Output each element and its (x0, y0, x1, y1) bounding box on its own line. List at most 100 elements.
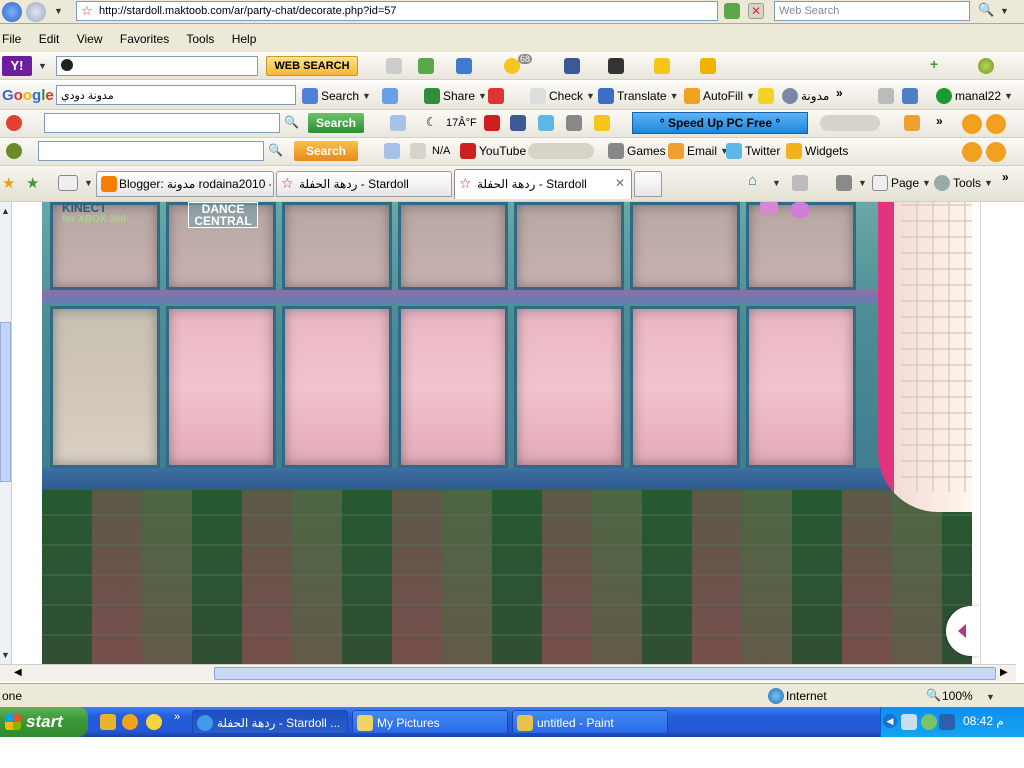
user-account-button[interactable]: manal22 ▼ (936, 88, 1013, 104)
toolbar3-plus-icon[interactable] (962, 114, 982, 134)
check-button[interactable]: Check ▼ (530, 88, 595, 104)
email-button[interactable]: Email ▼ (668, 143, 729, 159)
zoom-icon[interactable]: 🔍 (926, 688, 941, 702)
highlight-icon[interactable] (386, 58, 402, 74)
print-dropdown-icon[interactable]: ▼ (858, 178, 867, 188)
left-scrollbar[interactable] (0, 202, 12, 664)
ebay-icon-2[interactable] (594, 115, 610, 131)
toolbar3-search-button[interactable]: Search (308, 113, 364, 133)
go-icon[interactable] (724, 3, 740, 19)
yahoo-dropdown-icon[interactable]: ▼ (38, 61, 47, 71)
tools-menu-button[interactable]: Tools ▼ (934, 175, 993, 191)
web-search-button[interactable]: WEB SEARCH (266, 56, 358, 76)
scroll-up-icon[interactable]: ▲ (1, 206, 10, 216)
task-paint[interactable]: untitled - Paint (512, 710, 668, 734)
search-icon[interactable]: 🔍 (978, 2, 994, 18)
add-favorite-icon[interactable]: ★ (26, 174, 39, 192)
translate-button[interactable]: Translate ▼ (598, 88, 679, 104)
toolbar3-search-input[interactable] (44, 113, 280, 133)
forward-icon[interactable] (26, 2, 46, 22)
back-icon[interactable] (2, 2, 22, 22)
toolbar4-w-icon[interactable] (962, 142, 982, 162)
wrench-icon[interactable] (902, 88, 918, 104)
google-search-input[interactable]: مدونة دودي (56, 85, 296, 105)
toolbar4-tools-icon[interactable] (384, 143, 400, 159)
left-scrollbar-thumb[interactable] (0, 322, 11, 482)
toolbar3-tools-icon[interactable] (390, 115, 406, 131)
menu-edit[interactable]: Edit (39, 32, 60, 46)
command-more-chevron-icon[interactable]: » (1002, 170, 1009, 184)
home-icon[interactable]: ⌂ (748, 172, 757, 189)
games-button[interactable]: Games (608, 143, 666, 159)
scroll-left-icon[interactable]: ◀ (14, 667, 22, 678)
start-button[interactable]: start (0, 707, 88, 737)
twitter-icon[interactable] (538, 115, 554, 131)
plus-icon[interactable] (382, 88, 398, 104)
menu-help[interactable]: Help (232, 32, 257, 46)
print-icon[interactable] (836, 175, 852, 191)
page-menu-button[interactable]: Page ▼ (872, 175, 931, 191)
twitter-button[interactable]: Twitter (726, 143, 780, 159)
tab-stardoll-active[interactable]: ☆ ردهة الحفلة - Stardoll ✕ (454, 169, 632, 199)
tray-star-icon[interactable] (939, 714, 955, 730)
task-my-pictures[interactable]: My Pictures (352, 710, 508, 734)
tab-list-dropdown-icon[interactable]: ▼ (84, 178, 93, 188)
blog-button[interactable]: مدونة (782, 88, 829, 104)
toolbar3-mail-icon[interactable] (904, 115, 920, 131)
help-icon[interactable] (410, 143, 426, 159)
history-dropdown-icon[interactable]: ▼ (54, 6, 63, 16)
yahoo-search-input[interactable] (56, 56, 258, 76)
quicklaunch-2-icon[interactable] (122, 714, 138, 730)
message-icon[interactable] (760, 202, 778, 214)
share-button[interactable]: Share ▼ (424, 88, 487, 104)
tray-expand-icon[interactable]: ◀ (883, 714, 897, 728)
toolbar4-magnifier-icon[interactable]: 🔍 (268, 143, 283, 157)
wifi-icon[interactable] (878, 88, 894, 104)
settings-gear-icon[interactable] (978, 58, 994, 74)
menu-tools[interactable]: Tools (186, 32, 214, 46)
photos-icon[interactable] (608, 58, 624, 74)
media-player-icon[interactable] (820, 115, 880, 131)
zoom-dropdown-icon[interactable]: ▼ (986, 692, 995, 702)
task-stardoll[interactable]: ردهة الحفلة - Stardoll ... (192, 710, 348, 734)
feeds-icon[interactable] (792, 175, 808, 191)
zoom-level[interactable]: 100% (942, 689, 973, 703)
clock[interactable]: 08:42 م (963, 714, 1004, 728)
quicklaunch-more-icon[interactable]: » (174, 711, 180, 723)
toolbar4-search-round-icon[interactable] (986, 142, 1006, 162)
chat-bubble-icon[interactable] (790, 202, 810, 218)
more-chevron-icon[interactable]: » (836, 86, 843, 100)
search-dropdown-icon[interactable]: ▼ (1000, 6, 1009, 16)
toolbar4-search-input[interactable] (38, 141, 264, 161)
facebook-icon-2[interactable] (510, 115, 526, 131)
menu-file[interactable]: File (2, 32, 21, 46)
youtube-button[interactable]: YouTube (460, 143, 526, 159)
bookmark-icon[interactable] (418, 58, 434, 74)
google-logo[interactable]: Google (2, 87, 54, 104)
tray-app-icon[interactable] (921, 714, 937, 730)
ebay-icon[interactable] (654, 58, 670, 74)
favorites-star-icon[interactable]: ★ (2, 174, 15, 192)
toolbar3-search-round-icon[interactable] (986, 114, 1006, 134)
speed-up-button[interactable]: ° Speed Up PC Free ° (632, 112, 808, 134)
highlighter-icon[interactable] (758, 88, 774, 104)
autofill-button[interactable]: AutoFill ▼ (684, 88, 755, 104)
tab-stardoll-1[interactable]: ☆ ردهة الحفلة - Stardoll (276, 171, 452, 197)
toolbar3-magnifier-icon[interactable]: 🔍 (284, 115, 299, 129)
scroll-down-icon[interactable]: ▼ (1, 650, 10, 660)
add-icon[interactable]: + (930, 56, 938, 72)
widgets-button[interactable]: Widgets (786, 143, 848, 159)
horizontal-scrollbar[interactable]: ◀ ▶ (0, 664, 1016, 682)
tab-blogger[interactable]: Blogger: مدونة rodaina2010 -... (96, 171, 274, 197)
quick-tabs-icon[interactable] (58, 175, 78, 191)
close-tab-icon[interactable]: ✕ (615, 176, 625, 190)
popup-blocker-icon[interactable] (488, 88, 504, 104)
home-dropdown-icon[interactable]: ▼ (772, 178, 781, 188)
yahoo-logo-icon[interactable]: Y! (2, 56, 32, 76)
address-field[interactable]: ☆ http://stardoll.maktoob.com/ar/party-c… (76, 1, 718, 21)
toolbar3-logo-icon[interactable] (6, 115, 22, 131)
na-label[interactable]: N/A (432, 145, 450, 157)
toolbar4-search-button[interactable]: Search (294, 141, 358, 161)
game-controller-icon[interactable] (566, 115, 582, 131)
new-tab-button[interactable] (634, 171, 662, 197)
